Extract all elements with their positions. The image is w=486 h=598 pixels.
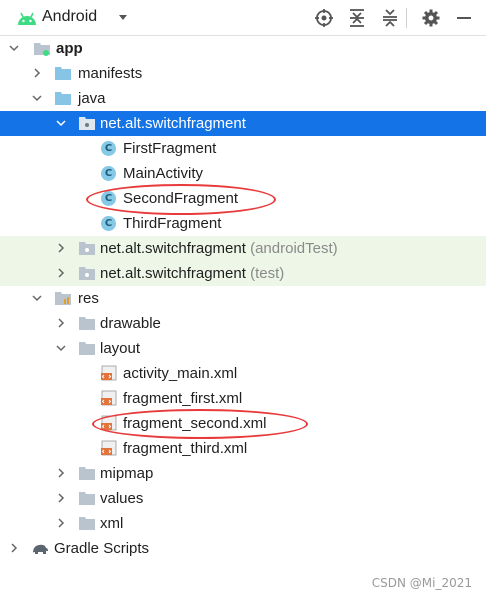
tree-item-label: mipmap [100,465,154,482]
tree-item-second-fragment[interactable]: C SecondFragment [0,186,486,211]
source-set-suffix: (androidTest) [250,240,338,257]
tree-item-label: java [78,90,106,107]
chevron-right-icon[interactable] [55,467,67,479]
tree-item-label: fragment_second.xml [123,415,267,432]
tree-item-values[interactable]: values [0,486,486,511]
tree-item-label: layout [100,340,141,357]
folder-icon [55,67,71,80]
class-icon: C [101,141,116,156]
chevron-down-icon[interactable] [31,292,43,304]
layout-xml-icon [101,390,117,406]
chevron-down-icon[interactable] [8,42,20,54]
chevron-down-icon[interactable] [55,117,67,129]
folder-icon [55,92,71,105]
tree-item-java[interactable]: java [0,86,486,111]
package-folder-icon [79,242,95,255]
package-folder-icon [79,267,95,280]
tree-item-mipmap[interactable]: mipmap [0,461,486,486]
settings-gear-icon[interactable] [421,8,441,28]
tree-item-label: SecondFragment [123,190,239,207]
folder-icon [79,467,95,480]
tree-item-label: fragment_first.xml [123,390,243,407]
chevron-right-icon[interactable] [55,267,67,279]
layout-xml-icon [101,415,117,431]
chevron-down-icon [119,15,127,20]
tree-item-first-fragment[interactable]: C FirstFragment [0,136,486,161]
chevron-right-icon[interactable] [55,517,67,529]
toolbar-separator [406,8,407,28]
class-icon: C [101,216,116,231]
tree-item-fragment-first-xml[interactable]: fragment_first.xml [0,386,486,411]
tree-item-fragment-third-xml[interactable]: fragment_third.xml [0,436,486,461]
source-set-suffix: (test) [250,265,285,282]
watermark: CSDN @Mi_2021 [371,576,472,590]
chevron-right-icon[interactable] [55,242,67,254]
expand-all-icon[interactable] [347,8,367,28]
tree-item-label: res [78,290,99,307]
tree-item-label: net.alt.switchfragment (androidTest) [100,240,338,257]
folder-icon [79,342,95,355]
class-icon: C [101,191,116,206]
tree-item-label: xml [100,515,124,532]
tree-item-fragment-second-xml[interactable]: fragment_second.xml [0,411,486,436]
tree-item-package-test[interactable]: net.alt.switchfragment (test) [0,261,486,286]
package-folder-icon [79,117,95,130]
tree-item-res[interactable]: res [0,286,486,311]
folder-icon [79,317,95,330]
tree-item-label: net.alt.switchfragment [100,115,246,132]
tree-item-package-android-test[interactable]: net.alt.switchfragment (androidTest) [0,236,486,261]
tree-item-layout[interactable]: layout [0,336,486,361]
tree-item-label: activity_main.xml [123,365,238,382]
layout-xml-icon [101,365,117,381]
locate-icon[interactable] [314,8,334,28]
minimize-icon[interactable] [454,8,474,28]
folder-icon [79,492,95,505]
tree-item-label: Gradle Scripts [54,540,150,557]
tree-item-activity-main-xml[interactable]: activity_main.xml [0,361,486,386]
tree-item-label: manifests [78,65,143,82]
project-toolbar: Android [0,0,486,36]
tree-item-label: net.alt.switchfragment (test) [100,265,285,282]
view-selector[interactable]: Android [0,0,140,36]
chevron-right-icon[interactable] [31,67,43,79]
tree-item-label: MainActivity [123,165,204,182]
view-label: Android [42,8,98,25]
tree-item-label: drawable [100,315,161,332]
tree-item-manifests[interactable]: manifests [0,61,486,86]
tree-item-label: app [56,40,83,57]
tree-item-label: ThirdFragment [123,215,222,232]
resource-folder-icon [55,292,71,305]
tree-item-third-fragment[interactable]: C ThirdFragment [0,211,486,236]
tree-item-label: FirstFragment [123,140,217,157]
collapse-all-icon[interactable] [380,8,400,28]
tree-item-drawable[interactable]: drawable [0,311,486,336]
tree-item-app[interactable]: app [0,36,486,61]
class-icon: C [101,166,116,181]
chevron-right-icon[interactable] [55,317,67,329]
layout-xml-icon [101,440,117,456]
tree-item-label: fragment_third.xml [123,440,248,457]
android-icon [18,12,36,25]
tree-item-gradle-scripts[interactable]: Gradle Scripts [0,536,486,561]
tree-item-main-activity[interactable]: C MainActivity [0,161,486,186]
tree-item-xml[interactable]: xml [0,511,486,536]
tree-item-package-main[interactable]: net.alt.switchfragment [0,111,486,136]
chevron-down-icon[interactable] [31,92,43,104]
chevron-right-icon[interactable] [8,542,20,554]
gradle-elephant-icon [33,544,48,554]
chevron-down-icon[interactable] [55,342,67,354]
folder-icon [79,517,95,530]
chevron-right-icon[interactable] [55,492,67,504]
module-folder-icon [34,43,50,56]
tree-item-label: values [100,490,144,507]
